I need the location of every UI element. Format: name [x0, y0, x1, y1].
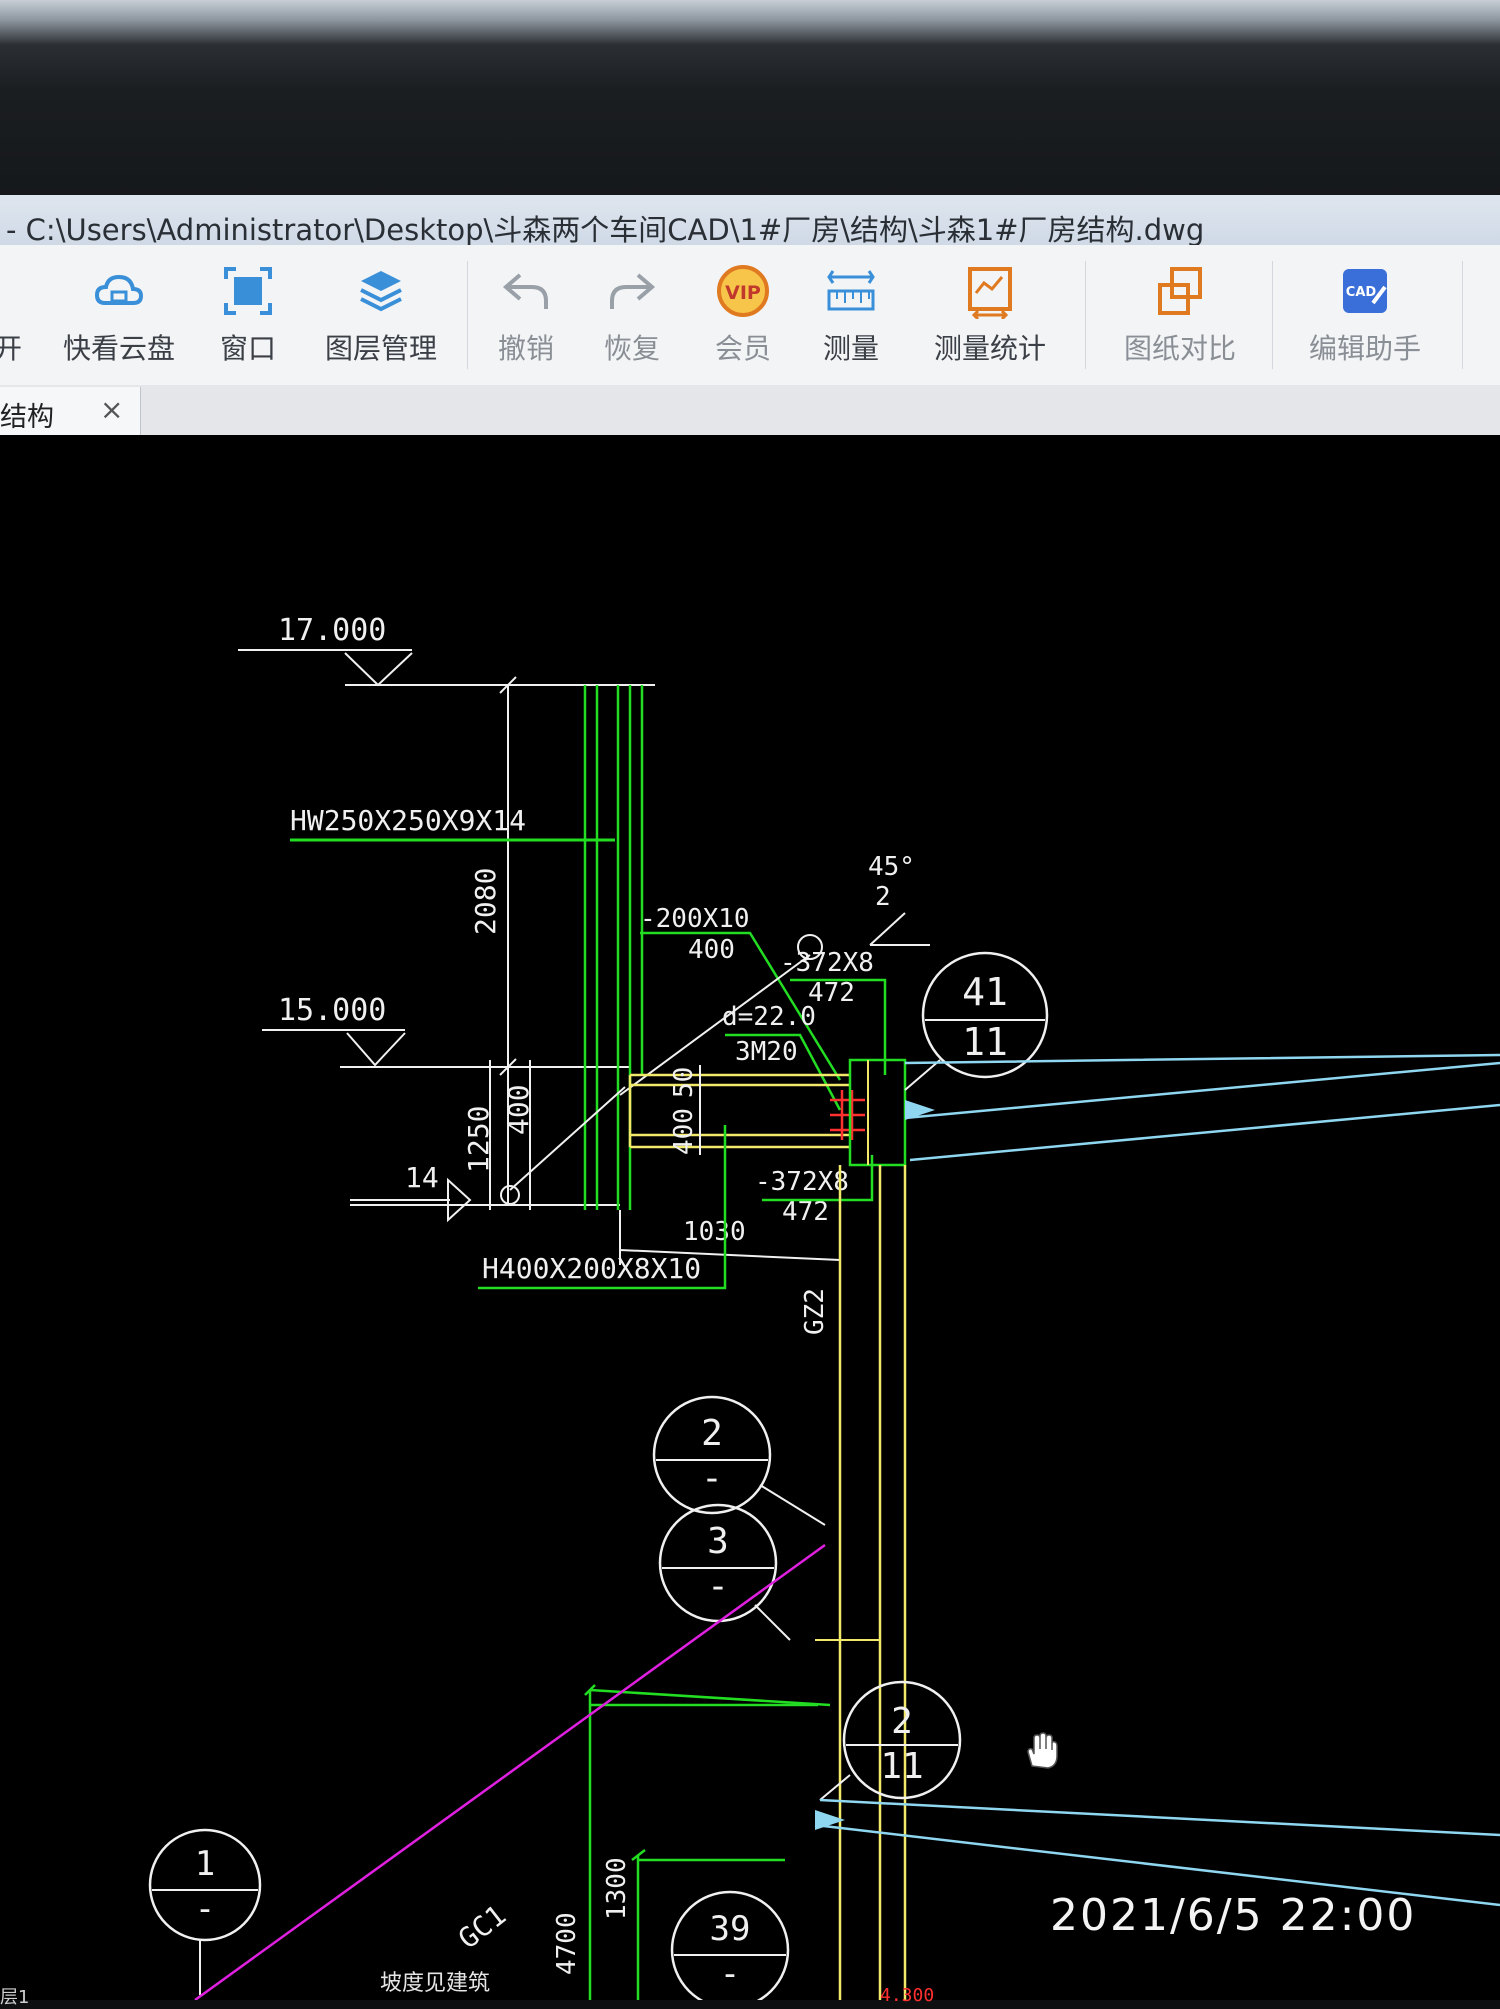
section-callout: 1 -: [148, 1828, 262, 1995]
toolbar: 开 快看云盘 窗口 图层管理 撤销 恢复 VIP 会员 测量 测量统计 图纸对比…: [0, 245, 1500, 386]
plate-label: -200X10: [640, 904, 750, 934]
member-label: GZ2: [800, 1288, 830, 1335]
photo-timestamp: 2021/6/5 22:00: [1050, 1890, 1417, 1941]
member-label: H400X200X8X10: [482, 1252, 701, 1285]
drawing-canvas[interactable]: 17.000 15.000 2080 1250 400 14 HW250X250…: [0, 435, 1500, 2008]
close-icon[interactable]: ×: [100, 393, 123, 426]
dimension-label: 1030: [683, 1217, 746, 1247]
window-button[interactable]: 窗口: [188, 263, 308, 367]
svg-text:3: 3: [707, 1521, 729, 1562]
elevation-label: 15.000: [278, 993, 386, 1028]
dimension-label: 2080: [469, 868, 502, 935]
toolbar-label: 撤销: [497, 332, 554, 365]
dimension-label: 1250: [462, 1106, 495, 1173]
toolbar-label: 图层管理: [324, 332, 437, 365]
bolt-label: d=22.0: [722, 1002, 816, 1032]
dimension-label: 1300: [602, 1857, 632, 1920]
undo-icon: [502, 273, 548, 309]
cad-edit-icon: CAD: [1343, 269, 1387, 313]
dimension-line: [584, 1684, 596, 2000]
weld-size: 2: [875, 882, 891, 912]
cloud-drive-button[interactable]: 快看云盘: [58, 263, 180, 367]
pan-hand-cursor: [1020, 1730, 1060, 1770]
ruler-icon: [827, 270, 875, 311]
dimension-label: 4700: [552, 1912, 582, 1975]
svg-text:11: 11: [962, 1020, 1008, 1064]
bolt-label: 3M20: [735, 1037, 798, 1067]
toolbar-separator: [1085, 261, 1086, 369]
toolbar-label: 测量统计: [933, 332, 1046, 365]
monitor-bezel: [0, 0, 1500, 200]
toolbar-label: 图纸对比: [1123, 332, 1236, 365]
drawing-compare-button[interactable]: 图纸对比: [1115, 263, 1245, 367]
member-label: GC1: [452, 1898, 512, 1955]
tab-drawing[interactable]: 结构 ×: [0, 387, 141, 435]
toolbar-label: 测量: [822, 332, 879, 365]
hand-icon: [1027, 1732, 1058, 1769]
section-callout: 2 -: [652, 1395, 826, 1526]
toolbar-label: 恢复: [603, 332, 660, 365]
redo-button[interactable]: 恢复: [572, 263, 692, 367]
svg-text:-: -: [707, 1566, 729, 1607]
toolbar-label: 快看云盘: [62, 332, 175, 365]
steel-beam: [630, 1073, 850, 1149]
plate-label: -372X8: [780, 948, 874, 978]
title-bar: - C:\Users\Administrator\Desktop\斗森两个车间C…: [0, 195, 1500, 247]
measure-stats-button[interactable]: 测量统计: [925, 263, 1055, 367]
folder-icon: [0, 263, 36, 319]
elevation-marker-top: 17.000: [238, 613, 655, 687]
tab-label: 结构: [0, 402, 54, 433]
svg-text:11: 11: [880, 1746, 923, 1787]
plate-label: 472: [782, 1197, 829, 1227]
bolt-group: [830, 1090, 865, 1140]
document-tab-bar: 结构 ×: [0, 385, 1500, 436]
gz-column: [838, 1165, 907, 2000]
svg-text:2: 2: [891, 1701, 913, 1742]
svg-text:-: -: [701, 1458, 723, 1499]
small-label: 14: [405, 1161, 439, 1194]
toolbar-label: 编辑助手: [1308, 332, 1421, 365]
plate-label: -372X8: [755, 1167, 849, 1197]
layer-manager-button[interactable]: 图层管理: [318, 263, 444, 367]
elevation-label: 17.000: [278, 613, 386, 648]
dimension-label: 50: [669, 1067, 699, 1098]
measure-button[interactable]: 测量: [791, 263, 911, 367]
svg-text:39: 39: [710, 1909, 751, 1949]
svg-text:VIP: VIP: [725, 282, 761, 304]
rafter-line: [904, 1053, 1500, 1120]
window-title: - C:\Users\Administrator\Desktop\斗森两个车间C…: [6, 213, 1205, 247]
cad-drawing: 17.000 15.000 2080 1250 400 14 HW250X250…: [148, 613, 1500, 2000]
svg-text:-: -: [195, 1889, 215, 1929]
steel-column: [583, 685, 644, 1210]
svg-text:41: 41: [962, 970, 1008, 1014]
edit-assistant-button[interactable]: CAD 编辑助手: [1300, 263, 1430, 367]
plate-label: 400: [688, 935, 735, 965]
svg-text:CAD: CAD: [1346, 285, 1377, 300]
measure-stats-icon: [968, 267, 1012, 319]
dimension-label: 400: [502, 1084, 535, 1135]
section-callout: 3 -: [658, 1503, 791, 1641]
toolbar-label: 窗口: [219, 332, 276, 365]
section-callout: 41 11: [904, 951, 1049, 1091]
cloud-icon: [94, 274, 144, 305]
svg-text:2: 2: [701, 1413, 723, 1454]
svg-text:1: 1: [195, 1844, 215, 1884]
weld-angle: 45°: [868, 852, 915, 882]
cad-viewer-window: - C:\Users\Administrator\Desktop\斗森两个车间C…: [0, 195, 1500, 2008]
elevation-marker-mid: 15.000: [262, 993, 630, 1068]
layers-icon: [360, 271, 402, 312]
compare-icon: [1158, 267, 1202, 315]
toolbar-separator: [1272, 261, 1273, 369]
vip-icon: VIP: [717, 265, 769, 317]
vip-button[interactable]: VIP 会员: [683, 263, 803, 367]
dimension-label: 400: [669, 1108, 699, 1155]
redo-icon: [610, 273, 656, 309]
toolbar-separator: [1462, 261, 1463, 369]
member-label: HW250X250X9X14: [290, 804, 526, 837]
section-callout: 39 -: [670, 1890, 790, 2000]
undo-button[interactable]: 撤销: [466, 263, 586, 367]
window-fit-icon: [224, 267, 272, 315]
toolbar-label: 会员: [714, 332, 771, 365]
svg-text:-: -: [720, 1954, 740, 1994]
